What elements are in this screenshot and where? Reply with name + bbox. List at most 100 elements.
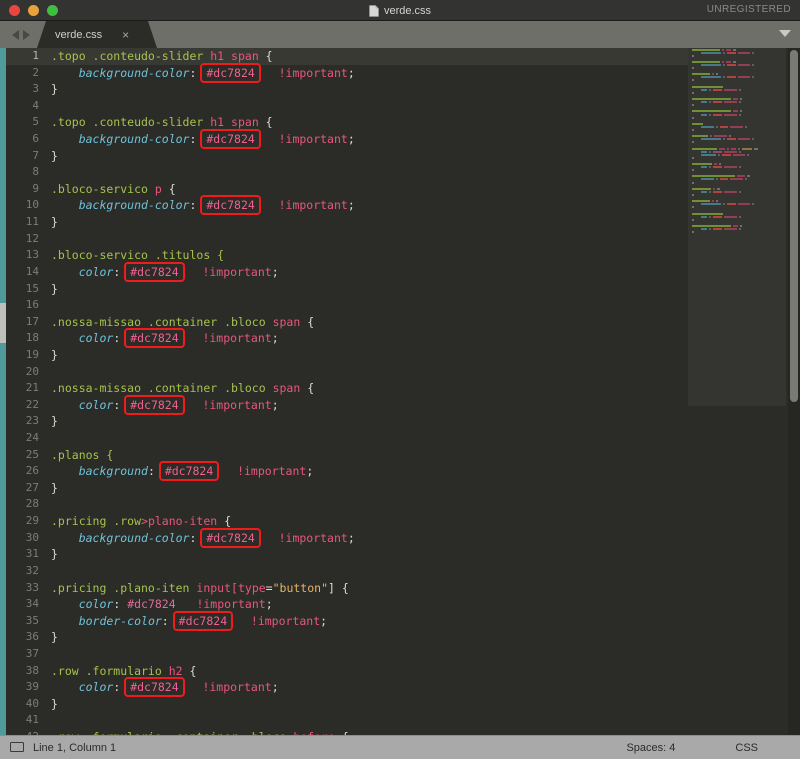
code-line[interactable]	[46, 646, 688, 663]
line-number: 21	[25, 381, 39, 395]
status-bar: Line 1, Column 1 Spaces: 4 CSS	[0, 735, 800, 759]
code-token: .bloco-servico .titulos {	[51, 248, 225, 263]
code-line[interactable]: .planos {	[46, 447, 688, 464]
code-line[interactable]	[46, 231, 688, 248]
code-line[interactable]: }	[46, 148, 688, 165]
code-token: !important	[202, 397, 272, 412]
code-line[interactable]: }	[46, 347, 688, 364]
code-line[interactable]: }	[46, 480, 688, 497]
line-number: 13	[25, 248, 39, 262]
arrow-right-icon[interactable]	[23, 29, 30, 40]
code-line[interactable]: }	[46, 546, 688, 563]
code-token: :	[113, 331, 128, 346]
code-line[interactable]: }	[46, 281, 688, 298]
code-line[interactable]: }	[46, 413, 688, 430]
code-line[interactable]: }	[46, 81, 688, 98]
code-line[interactable]: background-color: #dc7824 !important;	[46, 62, 688, 83]
line-number: 5	[32, 115, 39, 129]
code-line[interactable]	[46, 164, 688, 181]
code-line[interactable]: }	[46, 696, 688, 713]
code-token: border-color	[78, 613, 162, 628]
line-number: 34	[25, 597, 39, 611]
code-line[interactable]: color: #dc7824 !important;	[46, 261, 688, 282]
code-line[interactable]	[46, 496, 688, 513]
minimize-window-button[interactable]	[28, 4, 39, 16]
code-line[interactable]: background: #dc7824 !important;	[46, 461, 688, 482]
syntax-label[interactable]: CSS	[735, 742, 758, 754]
line-number: 11	[25, 215, 39, 229]
code-line[interactable]	[46, 430, 688, 447]
highlighted-color-value: #dc7824	[124, 677, 185, 698]
code-line[interactable]: .nossa-missao .container .bloco span {	[46, 380, 688, 397]
code-line[interactable]: .row .formulario h2 {	[46, 663, 688, 680]
vertical-scrollbar-thumb[interactable]	[790, 50, 798, 402]
code-token: !important	[196, 597, 266, 612]
code-line[interactable]	[46, 297, 688, 314]
chevron-down-icon[interactable]	[779, 30, 791, 37]
code-token: h1	[210, 49, 225, 63]
code-token: background	[78, 464, 148, 479]
minimap[interactable]	[688, 48, 786, 735]
code-line[interactable]: .bloco-servico p {	[46, 181, 688, 198]
arrow-left-icon[interactable]	[12, 29, 19, 40]
line-number: 31	[25, 547, 39, 561]
code-line[interactable]: .pricing .row>plano-iten {	[46, 513, 688, 530]
code-token: }	[51, 281, 58, 296]
code-token: :	[113, 680, 128, 695]
code-line[interactable]: .bloco-servico .titulos {	[46, 247, 688, 264]
code-token: :	[189, 198, 204, 213]
line-number: 10	[25, 198, 39, 212]
code-line[interactable]: .topo .conteudo-slider h1 span {	[46, 114, 688, 131]
tab-bar: verde.css ×	[0, 21, 800, 48]
code-line[interactable]: background-color: #dc7824 !important;	[46, 129, 688, 150]
close-icon[interactable]: ×	[122, 29, 129, 41]
code-line[interactable]: background-color: #dc7824 !important;	[46, 527, 688, 548]
code-token: background-color	[78, 132, 190, 147]
code-content[interactable]: .topo .conteudo-slider h1 span { backgro…	[46, 48, 688, 735]
code-line[interactable]: border-color: #dc7824 !important;	[46, 610, 688, 631]
close-window-button[interactable]	[9, 4, 20, 16]
code-token: .nossa-missao .container .bloco	[51, 381, 273, 396]
tab-verde-css[interactable]: verde.css ×	[37, 21, 157, 48]
code-token: ;	[271, 680, 279, 695]
minimap-viewport[interactable]	[688, 48, 786, 406]
line-number: 24	[25, 431, 39, 445]
window-title-group: verde.css	[0, 0, 800, 21]
code-token: h1	[210, 115, 225, 130]
code-token: >	[141, 514, 148, 529]
code-token: {	[300, 314, 315, 329]
code-token: !important	[250, 613, 321, 628]
code-token: :	[189, 530, 204, 545]
code-line[interactable]	[46, 563, 688, 580]
code-line[interactable]: color: #dc7824 !important;	[46, 677, 688, 698]
status-right-group: Spaces: 4 CSS	[626, 742, 800, 754]
code-line[interactable]: }	[46, 629, 688, 646]
code-line[interactable]	[46, 98, 688, 115]
code-token: {	[182, 663, 197, 678]
maximize-window-button[interactable]	[47, 4, 58, 16]
console-icon[interactable]	[0, 742, 24, 753]
code-line[interactable]: }	[46, 214, 688, 231]
tab-navigation[interactable]	[0, 21, 37, 48]
code-line[interactable]: color: #dc7824 !important;	[46, 596, 688, 613]
code-line[interactable]	[46, 364, 688, 381]
indentation-label[interactable]: Spaces: 4	[626, 742, 675, 754]
window-controls[interactable]	[0, 4, 58, 16]
cursor-position-label[interactable]: Line 1, Column 1	[33, 742, 116, 754]
license-status-label: UNREGISTERED	[706, 4, 791, 15]
code-line[interactable]: color: #dc7824 !important;	[46, 328, 688, 349]
code-line[interactable]	[46, 712, 688, 729]
code-line[interactable]: .nossa-missao .container .bloco span {	[46, 314, 688, 331]
code-line[interactable]: color: #dc7824 !important;	[46, 394, 688, 415]
code-line[interactable]: background-color: #dc7824 !important;	[46, 195, 688, 216]
vertical-scrollbar-track[interactable]	[788, 48, 800, 735]
code-token: {	[258, 49, 273, 63]
code-token: span	[272, 314, 301, 329]
code-line[interactable]: .pricing .plano-iten input[type="button"…	[46, 580, 688, 597]
code-line[interactable]: .topo .conteudo-slider h1 span {	[46, 48, 688, 65]
line-number: 4	[32, 98, 39, 112]
highlighted-color-value: #dc7824	[200, 195, 261, 216]
line-number: 12	[25, 231, 39, 245]
